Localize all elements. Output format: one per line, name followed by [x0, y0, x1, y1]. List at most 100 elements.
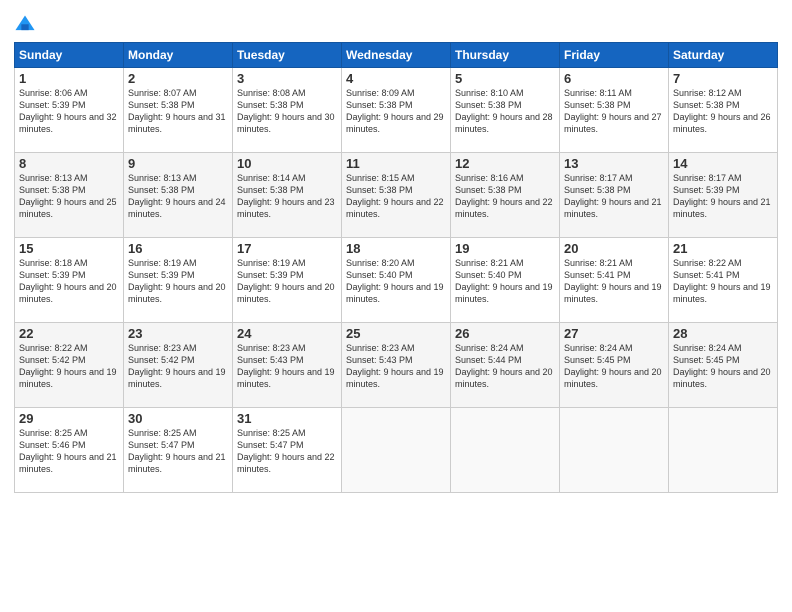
- cell-info: Sunrise: 8:11 AMSunset: 5:38 PMDaylight:…: [564, 88, 662, 134]
- day-number: 3: [237, 71, 337, 86]
- calendar-cell: 14 Sunrise: 8:17 AMSunset: 5:39 PMDayligh…: [669, 153, 778, 238]
- day-number: 1: [19, 71, 119, 86]
- day-number: 14: [673, 156, 773, 171]
- calendar-cell: 16 Sunrise: 8:19 AMSunset: 5:39 PMDayligh…: [124, 238, 233, 323]
- cell-info: Sunrise: 8:23 AMSunset: 5:43 PMDaylight:…: [346, 343, 444, 389]
- day-number: 15: [19, 241, 119, 256]
- calendar-cell: 25 Sunrise: 8:23 AMSunset: 5:43 PMDayligh…: [342, 323, 451, 408]
- day-number: 13: [564, 156, 664, 171]
- calendar-cell: 29 Sunrise: 8:25 AMSunset: 5:46 PMDayligh…: [15, 408, 124, 493]
- calendar-cell: 18 Sunrise: 8:20 AMSunset: 5:40 PMDayligh…: [342, 238, 451, 323]
- calendar-cell: [669, 408, 778, 493]
- calendar-cell: 31 Sunrise: 8:25 AMSunset: 5:47 PMDayligh…: [233, 408, 342, 493]
- cell-info: Sunrise: 8:22 AMSunset: 5:41 PMDaylight:…: [673, 258, 771, 304]
- cell-info: Sunrise: 8:19 AMSunset: 5:39 PMDaylight:…: [237, 258, 335, 304]
- calendar-cell: 15 Sunrise: 8:18 AMSunset: 5:39 PMDayligh…: [15, 238, 124, 323]
- day-number: 21: [673, 241, 773, 256]
- cell-info: Sunrise: 8:17 AMSunset: 5:38 PMDaylight:…: [564, 173, 662, 219]
- cell-info: Sunrise: 8:15 AMSunset: 5:38 PMDaylight:…: [346, 173, 444, 219]
- cell-info: Sunrise: 8:13 AMSunset: 5:38 PMDaylight:…: [128, 173, 226, 219]
- cell-info: Sunrise: 8:25 AMSunset: 5:46 PMDaylight:…: [19, 428, 117, 474]
- calendar-cell: [342, 408, 451, 493]
- cell-info: Sunrise: 8:16 AMSunset: 5:38 PMDaylight:…: [455, 173, 553, 219]
- cell-info: Sunrise: 8:23 AMSunset: 5:43 PMDaylight:…: [237, 343, 335, 389]
- calendar-cell: 6 Sunrise: 8:11 AMSunset: 5:38 PMDaylight…: [560, 68, 669, 153]
- cell-info: Sunrise: 8:25 AMSunset: 5:47 PMDaylight:…: [237, 428, 335, 474]
- cell-info: Sunrise: 8:22 AMSunset: 5:42 PMDaylight:…: [19, 343, 117, 389]
- calendar-cell: 22 Sunrise: 8:22 AMSunset: 5:42 PMDayligh…: [15, 323, 124, 408]
- header: [14, 10, 778, 36]
- cell-info: Sunrise: 8:24 AMSunset: 5:45 PMDaylight:…: [673, 343, 771, 389]
- day-number: 5: [455, 71, 555, 86]
- day-number: 4: [346, 71, 446, 86]
- calendar-week-row: 8 Sunrise: 8:13 AMSunset: 5:38 PMDaylight…: [15, 153, 778, 238]
- calendar-week-row: 22 Sunrise: 8:22 AMSunset: 5:42 PMDayligh…: [15, 323, 778, 408]
- logo: [14, 14, 39, 36]
- calendar-cell: 10 Sunrise: 8:14 AMSunset: 5:38 PMDayligh…: [233, 153, 342, 238]
- day-number: 9: [128, 156, 228, 171]
- day-number: 7: [673, 71, 773, 86]
- cell-info: Sunrise: 8:13 AMSunset: 5:38 PMDaylight:…: [19, 173, 117, 219]
- calendar-cell: 11 Sunrise: 8:15 AMSunset: 5:38 PMDayligh…: [342, 153, 451, 238]
- cell-info: Sunrise: 8:23 AMSunset: 5:42 PMDaylight:…: [128, 343, 226, 389]
- calendar-table: SundayMondayTuesdayWednesdayThursdayFrid…: [14, 42, 778, 493]
- day-number: 31: [237, 411, 337, 426]
- day-number: 25: [346, 326, 446, 341]
- day-number: 30: [128, 411, 228, 426]
- cell-info: Sunrise: 8:24 AMSunset: 5:45 PMDaylight:…: [564, 343, 662, 389]
- calendar-cell: 30Sunrise: 8:25 AMSunset: 5:47 PMDayligh…: [124, 408, 233, 493]
- calendar-week-row: 1Sunrise: 8:06 AMSunset: 5:39 PMDaylight…: [15, 68, 778, 153]
- calendar-cell: 19 Sunrise: 8:21 AMSunset: 5:40 PMDayligh…: [451, 238, 560, 323]
- day-number: 22: [19, 326, 119, 341]
- calendar-cell: 9 Sunrise: 8:13 AMSunset: 5:38 PMDaylight…: [124, 153, 233, 238]
- calendar-week-row: 15 Sunrise: 8:18 AMSunset: 5:39 PMDayligh…: [15, 238, 778, 323]
- calendar-body: 1Sunrise: 8:06 AMSunset: 5:39 PMDaylight…: [15, 68, 778, 493]
- day-number: 26: [455, 326, 555, 341]
- day-number: 8: [19, 156, 119, 171]
- cell-info: Sunrise: 8:09 AMSunset: 5:38 PMDaylight:…: [346, 88, 444, 134]
- calendar-cell: 27 Sunrise: 8:24 AMSunset: 5:45 PMDayligh…: [560, 323, 669, 408]
- calendar-cell: [560, 408, 669, 493]
- day-number: 29: [19, 411, 119, 426]
- day-number: 2: [128, 71, 228, 86]
- day-number: 19: [455, 241, 555, 256]
- day-number: 12: [455, 156, 555, 171]
- calendar-cell: 21 Sunrise: 8:22 AMSunset: 5:41 PMDayligh…: [669, 238, 778, 323]
- cell-info: Sunrise: 8:19 AMSunset: 5:39 PMDaylight:…: [128, 258, 226, 304]
- calendar-cell: 7 Sunrise: 8:12 AMSunset: 5:38 PMDaylight…: [669, 68, 778, 153]
- day-number: 16: [128, 241, 228, 256]
- cell-info: Sunrise: 8:08 AMSunset: 5:38 PMDaylight:…: [237, 88, 335, 134]
- cell-info: Sunrise: 8:07 AMSunset: 5:38 PMDaylight:…: [128, 88, 226, 134]
- cell-info: Sunrise: 8:10 AMSunset: 5:38 PMDaylight:…: [455, 88, 553, 134]
- day-number: 10: [237, 156, 337, 171]
- weekday-header: Monday: [124, 43, 233, 68]
- logo-icon: [14, 14, 36, 36]
- cell-info: Sunrise: 8:20 AMSunset: 5:40 PMDaylight:…: [346, 258, 444, 304]
- day-number: 18: [346, 241, 446, 256]
- weekday-header: Tuesday: [233, 43, 342, 68]
- page: SundayMondayTuesdayWednesdayThursdayFrid…: [0, 0, 792, 612]
- calendar-cell: 17 Sunrise: 8:19 AMSunset: 5:39 PMDayligh…: [233, 238, 342, 323]
- day-number: 24: [237, 326, 337, 341]
- calendar-cell: 12 Sunrise: 8:16 AMSunset: 5:38 PMDayligh…: [451, 153, 560, 238]
- weekday-header: Saturday: [669, 43, 778, 68]
- cell-info: Sunrise: 8:17 AMSunset: 5:39 PMDaylight:…: [673, 173, 771, 219]
- calendar-cell: 26Sunrise: 8:24 AMSunset: 5:44 PMDayligh…: [451, 323, 560, 408]
- weekday-header: Thursday: [451, 43, 560, 68]
- calendar-cell: 13 Sunrise: 8:17 AMSunset: 5:38 PMDayligh…: [560, 153, 669, 238]
- day-number: 17: [237, 241, 337, 256]
- calendar-cell: [451, 408, 560, 493]
- cell-info: Sunrise: 8:18 AMSunset: 5:39 PMDaylight:…: [19, 258, 117, 304]
- day-number: 27: [564, 326, 664, 341]
- day-number: 11: [346, 156, 446, 171]
- day-number: 6: [564, 71, 664, 86]
- cell-info: Sunrise: 8:21 AMSunset: 5:40 PMDaylight:…: [455, 258, 553, 304]
- calendar-cell: 20Sunrise: 8:21 AMSunset: 5:41 PMDayligh…: [560, 238, 669, 323]
- cell-info: Sunrise: 8:14 AMSunset: 5:38 PMDaylight:…: [237, 173, 335, 219]
- calendar-cell: 28Sunrise: 8:24 AMSunset: 5:45 PMDayligh…: [669, 323, 778, 408]
- cell-info: Sunrise: 8:12 AMSunset: 5:38 PMDaylight:…: [673, 88, 771, 134]
- cell-info: Sunrise: 8:21 AMSunset: 5:41 PMDaylight:…: [564, 258, 662, 304]
- calendar-cell: 2 Sunrise: 8:07 AMSunset: 5:38 PMDaylight…: [124, 68, 233, 153]
- day-number: 23: [128, 326, 228, 341]
- calendar-cell: 3 Sunrise: 8:08 AMSunset: 5:38 PMDaylight…: [233, 68, 342, 153]
